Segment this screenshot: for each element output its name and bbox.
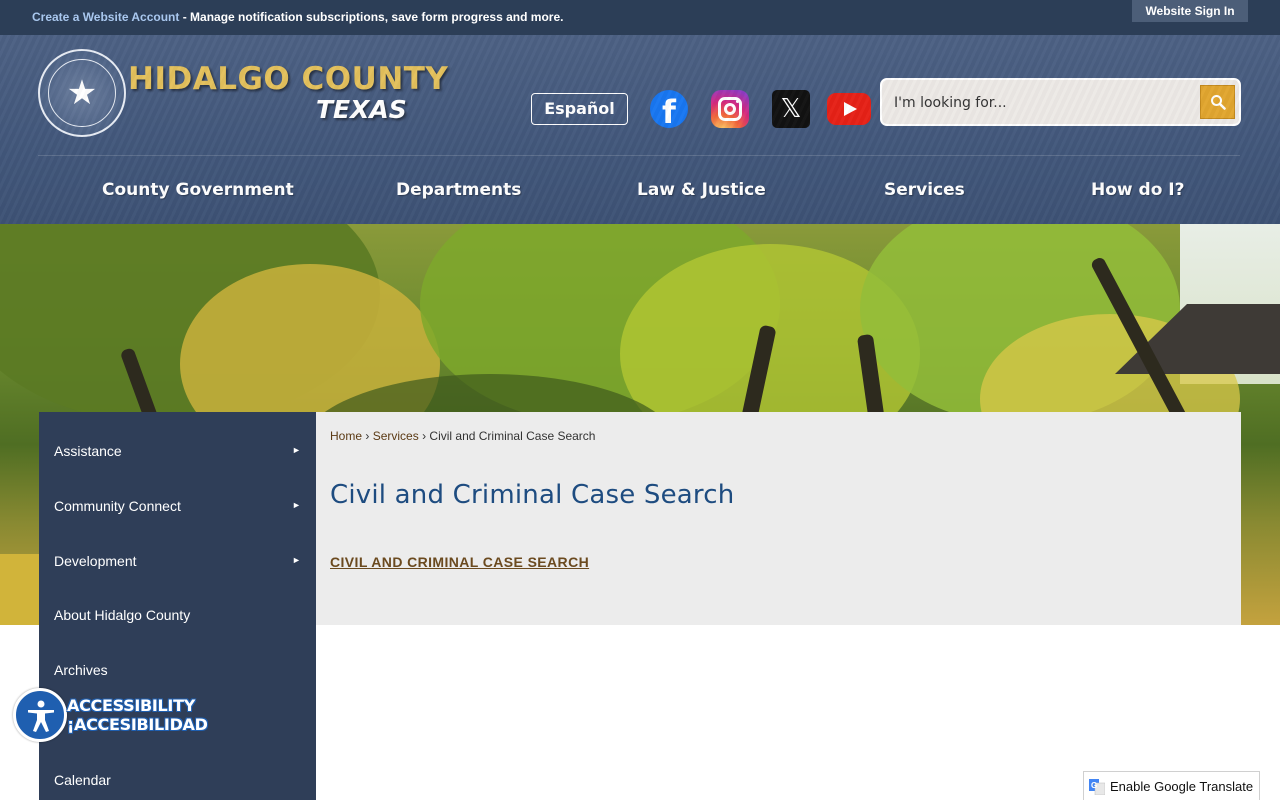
search-box (880, 78, 1241, 126)
nav-county-government[interactable]: County Government (102, 170, 294, 210)
accessibility-label: ACCESSIBILITY (67, 696, 195, 715)
main-navigation: County Government Departments Law & Just… (38, 170, 1240, 210)
county-seal-logo[interactable]: ★ (38, 49, 126, 137)
account-description: - Manage notification subscriptions, sav… (179, 10, 564, 24)
main-content: Home › Services › Civil and Criminal Cas… (316, 412, 1241, 625)
sidebar-item-label: Calendar (54, 772, 111, 788)
x-icon[interactable]: 𝕏 (772, 90, 810, 128)
accesibilidad-label: ¡ACCESIBILIDAD (67, 715, 208, 734)
logo-title[interactable]: HIDALGO COUNTY (128, 61, 448, 97)
top-utility-bar: Create a Website Account - Manage notifi… (0, 0, 1280, 35)
arrow-right-icon: ► (292, 445, 301, 455)
logo-subtitle[interactable]: TEXAS (316, 95, 407, 124)
search-button[interactable] (1200, 85, 1235, 119)
sidebar-item-assistance[interactable]: Assistance ► (39, 425, 316, 479)
sidebar-item-label: Community Connect (54, 498, 181, 514)
sidebar-item-label: About Hidalgo County (54, 607, 191, 623)
breadcrumb: Home › Services › Civil and Criminal Cas… (330, 429, 595, 443)
nav-departments[interactable]: Departments (396, 170, 521, 210)
facebook-icon[interactable]: f (650, 90, 688, 128)
google-translate-label: Enable Google Translate (1110, 779, 1254, 794)
breadcrumb-separator: › (422, 429, 427, 443)
breadcrumb-current: Civil and Criminal Case Search (429, 429, 596, 443)
sidebar-item-development[interactable]: Development ► (39, 535, 316, 589)
google-translate-button[interactable]: G Enable Google Translate (1083, 771, 1260, 800)
site-header: ★ HIDALGO COUNTY TEXAS Español f 𝕏 Count… (0, 35, 1280, 224)
header-divider (38, 155, 1240, 156)
sidebar-item-label: Archives (54, 662, 108, 678)
breadcrumb-separator: › (365, 429, 370, 443)
youtube-icon[interactable] (827, 93, 871, 125)
instagram-dot-shape (736, 100, 739, 103)
breadcrumb-home[interactable]: Home (330, 429, 362, 443)
website-sign-in-button[interactable]: Website Sign In (1132, 0, 1248, 22)
google-translate-icon: G (1089, 779, 1105, 795)
instagram-icon[interactable] (711, 90, 749, 128)
breadcrumb-services[interactable]: Services (373, 429, 419, 443)
accessibility-icon[interactable] (13, 688, 67, 742)
search-icon (1211, 95, 1226, 110)
arrow-right-icon: ► (292, 555, 301, 565)
accessibility-widget[interactable]: ACCESSIBILITY ¡ACCESIBILIDAD (13, 688, 208, 742)
page-title: Civil and Criminal Case Search (330, 480, 735, 510)
search-input[interactable] (894, 92, 1194, 114)
account-notice: Create a Website Account - Manage notifi… (32, 10, 563, 24)
espanol-button[interactable]: Español (531, 93, 628, 125)
case-search-link[interactable]: CIVIL AND CRIMINAL CASE SEARCH (330, 554, 589, 570)
youtube-play-shape (844, 102, 857, 116)
nav-how-do-i[interactable]: How do I? (1091, 170, 1184, 210)
svg-text:G: G (1091, 781, 1097, 790)
sidebar-item-label: Assistance (54, 443, 122, 459)
arrow-right-icon: ► (292, 500, 301, 510)
nav-services[interactable]: Services (884, 170, 965, 210)
sidebar-item-label: Development (54, 553, 137, 569)
sidebar-item-community-connect[interactable]: Community Connect ► (39, 480, 316, 534)
create-account-link[interactable]: Create a Website Account (32, 10, 179, 24)
seal-star-icon: ★ (66, 74, 98, 112)
instagram-lens-shape (724, 103, 736, 115)
sidebar-item-about[interactable]: About Hidalgo County (39, 589, 316, 643)
nav-law-justice[interactable]: Law & Justice (637, 170, 766, 210)
